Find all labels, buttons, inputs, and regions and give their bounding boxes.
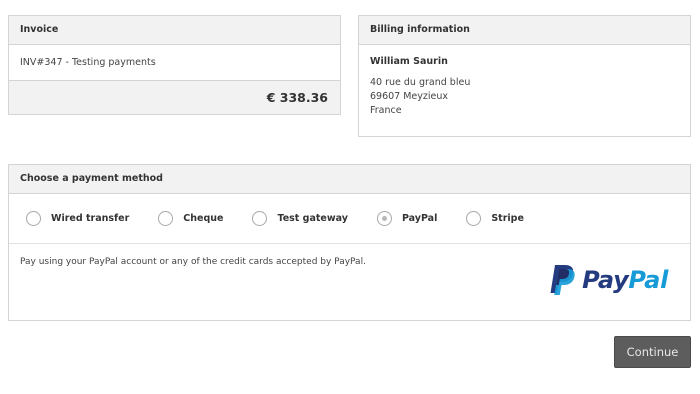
payment-option-wired-transfer[interactable]: Wired transfer [26, 211, 129, 226]
payment-option-label: Test gateway [277, 213, 348, 224]
invoice-total: € 338.36 [9, 80, 340, 114]
payment-option-label: Wired transfer [51, 213, 130, 224]
billing-panel: Billing information William Saurin 40 ru… [358, 15, 691, 137]
paypal-logo: PayPal [548, 264, 668, 296]
billing-body: William Saurin 40 rue du grand bleu 6960… [359, 45, 690, 128]
payment-method-panel: Choose a payment method Wired transfer C… [8, 164, 691, 321]
payment-option-paypal[interactable]: PayPal [376, 211, 438, 226]
billing-name: William Saurin [370, 56, 448, 67]
radio-cheque[interactable] [158, 211, 174, 226]
payment-description: Pay using your PayPal account or any of … [20, 257, 366, 267]
payment-method-header: Choose a payment method [9, 165, 690, 194]
invoice-reference: INV#347 - Testing payments [20, 57, 156, 68]
invoice-panel: Invoice INV#347 - Testing payments € 338… [8, 15, 341, 115]
payment-option-label: Cheque [183, 213, 224, 224]
payment-method-options: Wired transfer Cheque Test gateway PayPa… [9, 194, 690, 244]
payment-option-stripe[interactable]: Stripe [466, 211, 524, 226]
payment-option-cheque[interactable]: Cheque [158, 211, 223, 226]
billing-address-line1: 40 rue du grand bleu [370, 77, 471, 88]
payment-option-label: Stripe [491, 213, 524, 224]
paypal-icon [550, 265, 575, 295]
paypal-wordmark: PayPal [582, 266, 668, 294]
radio-test-gateway[interactable] [252, 211, 268, 226]
billing-header: Billing information [359, 16, 690, 45]
payment-option-label: PayPal [401, 213, 438, 224]
invoice-header: Invoice [9, 16, 340, 45]
radio-paypal[interactable] [376, 211, 392, 226]
radio-wired-transfer[interactable] [26, 211, 41, 226]
continue-button[interactable]: Continue [614, 336, 691, 368]
billing-country: France [370, 105, 402, 116]
payment-option-test-gateway[interactable]: Test gateway [252, 211, 348, 226]
billing-address-line2: 69607 Meyzieux [370, 91, 449, 102]
radio-stripe[interactable] [466, 211, 482, 226]
